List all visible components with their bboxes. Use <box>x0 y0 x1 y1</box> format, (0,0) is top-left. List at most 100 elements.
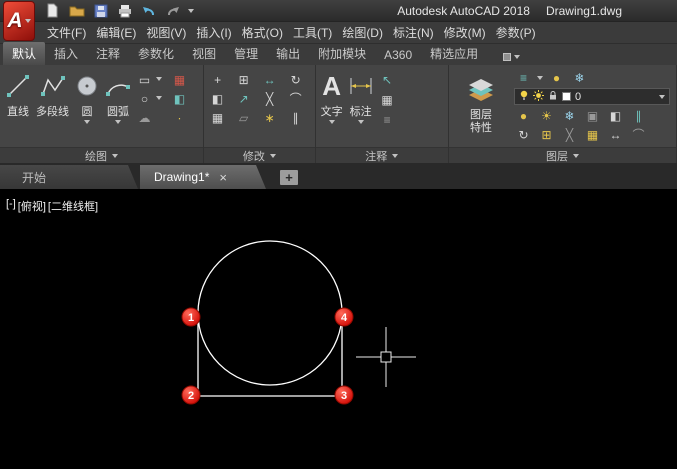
drawing-area[interactable]: [-] [俯视] [二维线框] 1234 <box>0 189 677 469</box>
layer-properties-button[interactable]: 图层特性 <box>453 68 509 144</box>
redo-icon[interactable] <box>164 2 181 19</box>
viewport-view-control[interactable]: [俯视] <box>17 198 47 214</box>
ribbon-tab-featured-apps[interactable]: 精选应用 <box>421 42 487 65</box>
menu-draw[interactable]: 绘图(D) <box>337 22 388 43</box>
table-icon[interactable]: ▦ <box>378 91 397 108</box>
file-tab-bar: 开始 Drawing1* × + <box>0 163 677 189</box>
explode-icon[interactable]: ∗ <box>260 109 279 126</box>
ribbon-minimize-button[interactable] <box>503 53 520 65</box>
scale-icon[interactable]: ↗ <box>234 90 253 107</box>
move-icon[interactable]: + <box>208 71 227 88</box>
menu-parametric[interactable]: 参数(P) <box>491 22 541 43</box>
menu-format[interactable]: 格式(O) <box>237 22 288 43</box>
line-tool-button[interactable]: 直线 <box>4 68 32 144</box>
polyline-icon <box>40 70 66 102</box>
arc-tool-button[interactable]: 圆弧 <box>104 68 132 144</box>
layer-walk-icon[interactable]: ↔ <box>606 126 625 143</box>
layer-state-icon[interactable]: ≡ <box>514 69 533 86</box>
layer-delete-icon[interactable]: ╳ <box>560 126 579 143</box>
offset-icon[interactable]: ∥ <box>286 109 305 126</box>
menu-edit[interactable]: 编辑(E) <box>91 22 141 43</box>
menu-insert[interactable]: 插入(I) <box>191 22 236 43</box>
modify-panel-label[interactable]: 修改 <box>204 147 315 163</box>
ribbon-tab-annotate[interactable]: 注释 <box>87 42 129 65</box>
leader-icon[interactable]: ↖ <box>378 71 397 88</box>
revcloud-icon[interactable]: ☁ <box>135 109 154 126</box>
ribbon-tab-a360[interactable]: A360 <box>375 45 421 65</box>
trim-icon[interactable]: ╳ <box>260 90 279 107</box>
undo-icon[interactable] <box>140 2 157 19</box>
annotate-panel-label[interactable]: 注释 <box>316 147 448 163</box>
file-tab-drawing1[interactable]: Drawing1* × <box>140 165 266 189</box>
rectangle-icon[interactable]: ▭ <box>135 71 154 88</box>
layer-tools: 图层特性 ≡ ● ❄ <box>449 65 676 147</box>
lock-icon <box>548 90 558 104</box>
text-tool-button[interactable]: A 文字 <box>320 68 344 144</box>
open-folder-icon[interactable] <box>68 2 85 19</box>
new-drawing-button[interactable]: + <box>280 170 298 185</box>
ellipse-icon[interactable]: ○ <box>135 90 154 107</box>
chevron-down-icon <box>392 154 398 158</box>
drawing-canvas[interactable]: 1234 <box>0 189 677 469</box>
dimension-tool-button[interactable]: 标注 <box>347 68 375 144</box>
layer-previous-icon[interactable]: ↻ <box>514 126 533 143</box>
layer-on-icon[interactable]: ● <box>514 107 533 124</box>
layer-freeze-row-icon[interactable]: ❄ <box>570 69 589 86</box>
ribbon-tab-parametric[interactable]: 参数化 <box>129 42 183 65</box>
layer-fade-icon[interactable]: ⌒ <box>629 126 648 143</box>
layer-freeze-icon[interactable]: ❄ <box>560 107 579 124</box>
menu-view[interactable]: 视图(V) <box>141 22 191 43</box>
copy-icon[interactable]: ⊞ <box>234 71 253 88</box>
text-style-icon[interactable]: ≡ <box>378 111 397 128</box>
qat-dropdown-icon[interactable] <box>188 9 194 13</box>
ribbon-tab-view[interactable]: 视图 <box>183 42 225 65</box>
draw-panel-label[interactable]: 绘图 <box>0 147 203 163</box>
chevron-down-icon[interactable] <box>537 76 543 80</box>
stretch-icon[interactable]: ↔ <box>260 71 279 88</box>
viewport-menu-control[interactable]: [-] <box>5 198 17 214</box>
new-file-icon[interactable] <box>44 2 61 19</box>
close-icon[interactable]: × <box>219 171 227 184</box>
ribbon-tab-manage[interactable]: 管理 <box>225 42 267 65</box>
layer-thaw-icon[interactable]: ☀ <box>537 107 556 124</box>
array-icon[interactable]: ▦ <box>208 109 227 126</box>
layer-copy-icon[interactable]: ⊞ <box>537 126 556 143</box>
file-tab-start[interactable]: 开始 <box>0 165 138 189</box>
point-icon[interactable]: ∙ <box>170 109 189 126</box>
polyline-tool-button[interactable]: 多段线 <box>35 68 70 144</box>
layers-panel-label[interactable]: 图层 <box>449 147 676 163</box>
panel-draw: 直线 多段线 圆 <box>0 65 204 163</box>
ribbon-tab-output[interactable]: 输出 <box>267 42 309 65</box>
chevron-down-icon[interactable] <box>156 96 162 100</box>
hatch-icon[interactable]: ▦ <box>170 71 189 88</box>
layer-match-icon[interactable]: ◧ <box>606 107 625 124</box>
chevron-down-icon[interactable] <box>156 77 162 81</box>
annotate-panel-label-text: 注释 <box>365 148 387 164</box>
menu-modify[interactable]: 修改(M) <box>439 22 491 43</box>
erase-icon[interactable]: ▱ <box>234 109 253 126</box>
viewport-controls: [-] [俯视] [二维线框] <box>5 198 99 214</box>
layer-isolate-icon[interactable]: ● <box>547 69 566 86</box>
menu-dimension[interactable]: 标注(N) <box>388 22 439 43</box>
viewport-visual-style-control[interactable]: [二维线框] <box>47 198 99 214</box>
chevron-down-icon <box>573 154 579 158</box>
mirror-icon[interactable]: ◧ <box>208 90 227 107</box>
plot-icon[interactable] <box>116 2 133 19</box>
menu-file[interactable]: 文件(F) <box>42 22 91 43</box>
gradient-icon[interactable]: ◧ <box>170 90 189 107</box>
layer-select-dropdown[interactable]: 0 <box>514 88 670 105</box>
layer-merge-icon[interactable]: ▦ <box>583 126 602 143</box>
layer-lock-icon[interactable]: ▣ <box>583 107 602 124</box>
ribbon-tab-home[interactable]: 默认 <box>3 42 45 65</box>
circle-tool-button[interactable]: 圆 <box>73 68 101 144</box>
rotate-icon[interactable]: ↻ <box>286 71 305 88</box>
application-menu-button[interactable]: A <box>3 1 35 41</box>
fillet-icon[interactable]: ⌒ <box>286 90 305 107</box>
save-icon[interactable] <box>92 2 109 19</box>
menu-tools[interactable]: 工具(T) <box>288 22 337 43</box>
ribbon-tab-insert[interactable]: 插入 <box>45 42 87 65</box>
polyline-tool-label: 多段线 <box>36 103 69 119</box>
layer-offset-icon[interactable]: ∥ <box>629 107 648 124</box>
ribbon-tab-addins[interactable]: 附加模块 <box>309 42 375 65</box>
panel-layers: 图层特性 ≡ ● ❄ <box>449 65 677 163</box>
